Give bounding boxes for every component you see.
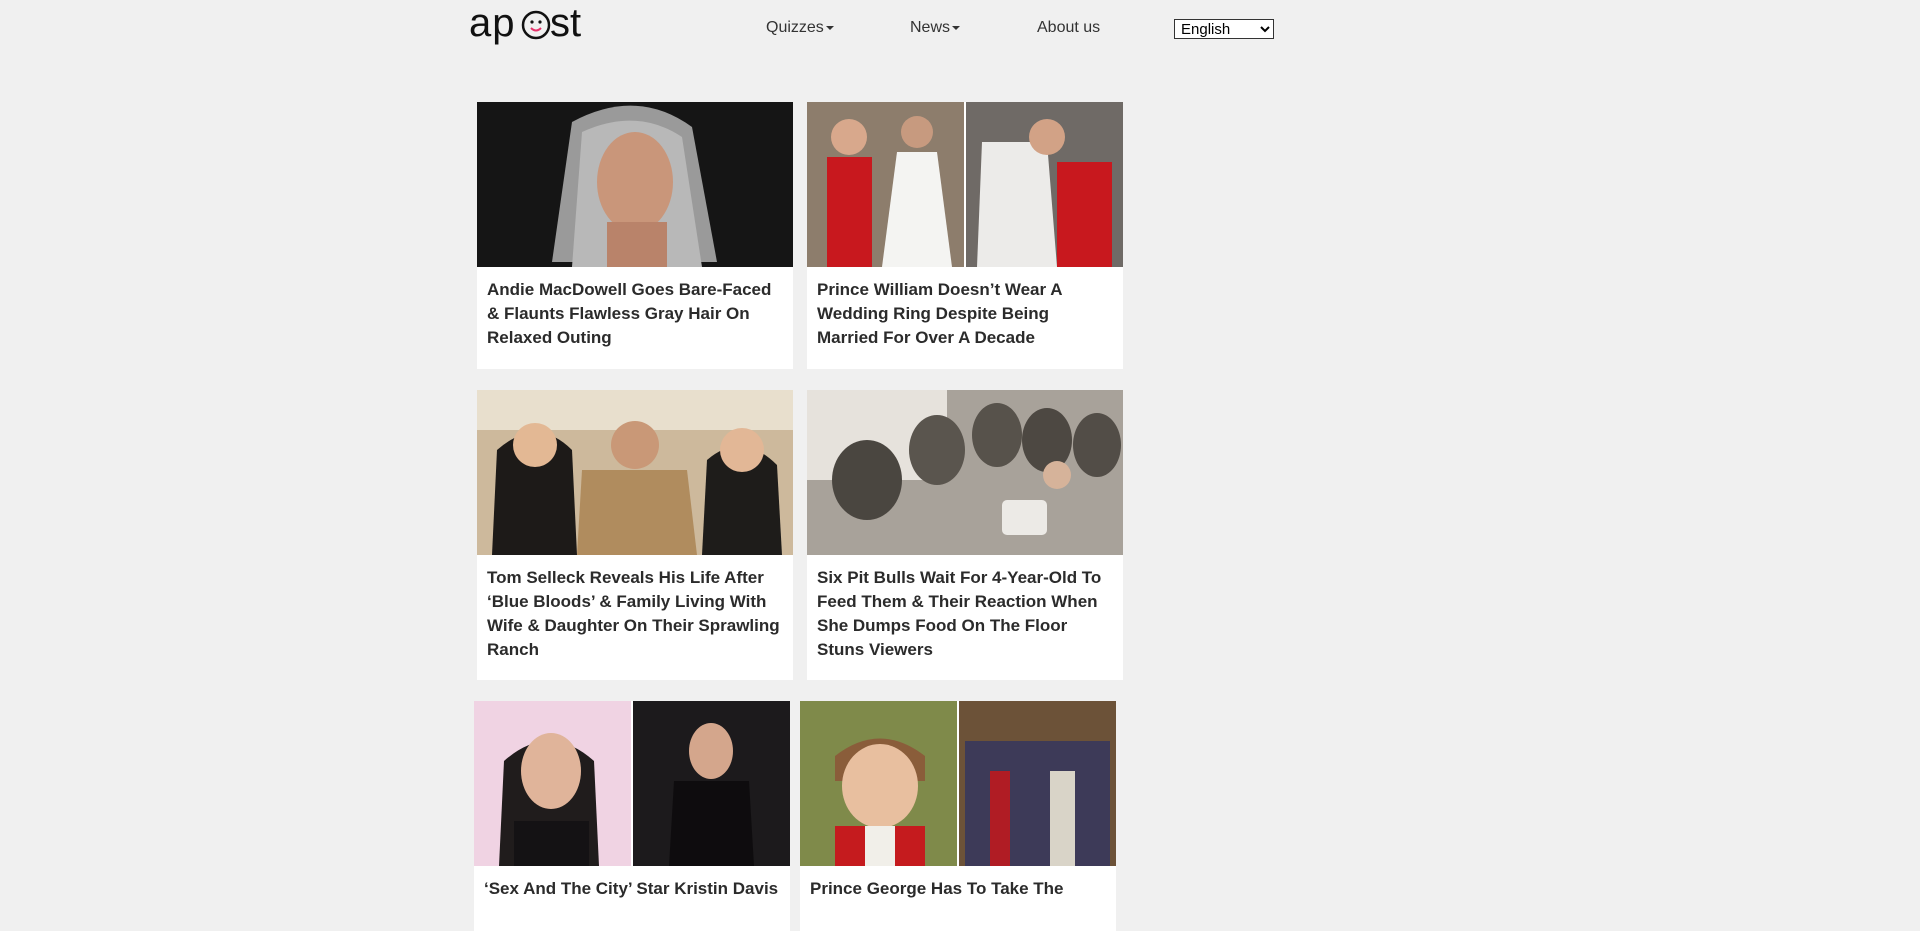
article-image[interactable] bbox=[807, 102, 1123, 267]
nav-quizzes-label: Quizzes bbox=[766, 19, 824, 36]
article-title[interactable]: Six Pit Bulls Wait For 4-Year-Old To Fee… bbox=[817, 566, 1115, 662]
language-select[interactable]: English bbox=[1174, 19, 1274, 39]
article-title[interactable]: ‘Sex And The City’ Star Kristin Davis bbox=[484, 877, 782, 901]
article-image[interactable] bbox=[807, 390, 1123, 555]
apost-logo[interactable]: ap st bbox=[469, 4, 591, 50]
nav-about-us[interactable]: About us bbox=[1037, 19, 1100, 37]
article-title[interactable]: Prince William Doesn’t Wear A Wedding Ri… bbox=[817, 278, 1115, 350]
chevron-down-icon bbox=[825, 25, 834, 30]
article-image[interactable] bbox=[477, 390, 793, 555]
article-title[interactable]: Andie MacDowell Goes Bare-Faced & Flaunt… bbox=[487, 278, 785, 350]
svg-text:st: st bbox=[550, 4, 581, 45]
article-title[interactable]: Tom Selleck Reveals His Life After ‘Blue… bbox=[487, 566, 785, 662]
article-card[interactable]: Prince George Has To Take The bbox=[800, 701, 1116, 931]
nav-quizzes[interactable]: Quizzes bbox=[766, 19, 834, 37]
nav-news[interactable]: News bbox=[910, 19, 961, 37]
chevron-down-icon bbox=[952, 25, 961, 30]
article-image[interactable] bbox=[474, 701, 790, 866]
article-card[interactable]: Andie MacDowell Goes Bare-Faced & Flaunt… bbox=[477, 102, 793, 369]
nav-news-label: News bbox=[910, 19, 951, 36]
site-header: ap st Quizzes News About us English bbox=[0, 0, 1920, 60]
article-card[interactable]: Prince William Doesn’t Wear A Wedding Ri… bbox=[807, 102, 1123, 369]
article-image[interactable] bbox=[800, 701, 1116, 866]
svg-text:ap: ap bbox=[469, 4, 516, 45]
article-card[interactable]: ‘Sex And The City’ Star Kristin Davis bbox=[474, 701, 790, 931]
article-image[interactable] bbox=[477, 102, 793, 267]
article-title[interactable]: Prince George Has To Take The bbox=[810, 877, 1108, 901]
article-card[interactable]: Tom Selleck Reveals His Life After ‘Blue… bbox=[477, 390, 793, 680]
nav-about-label: About us bbox=[1037, 19, 1101, 36]
article-card[interactable]: Six Pit Bulls Wait For 4-Year-Old To Fee… bbox=[807, 390, 1123, 680]
